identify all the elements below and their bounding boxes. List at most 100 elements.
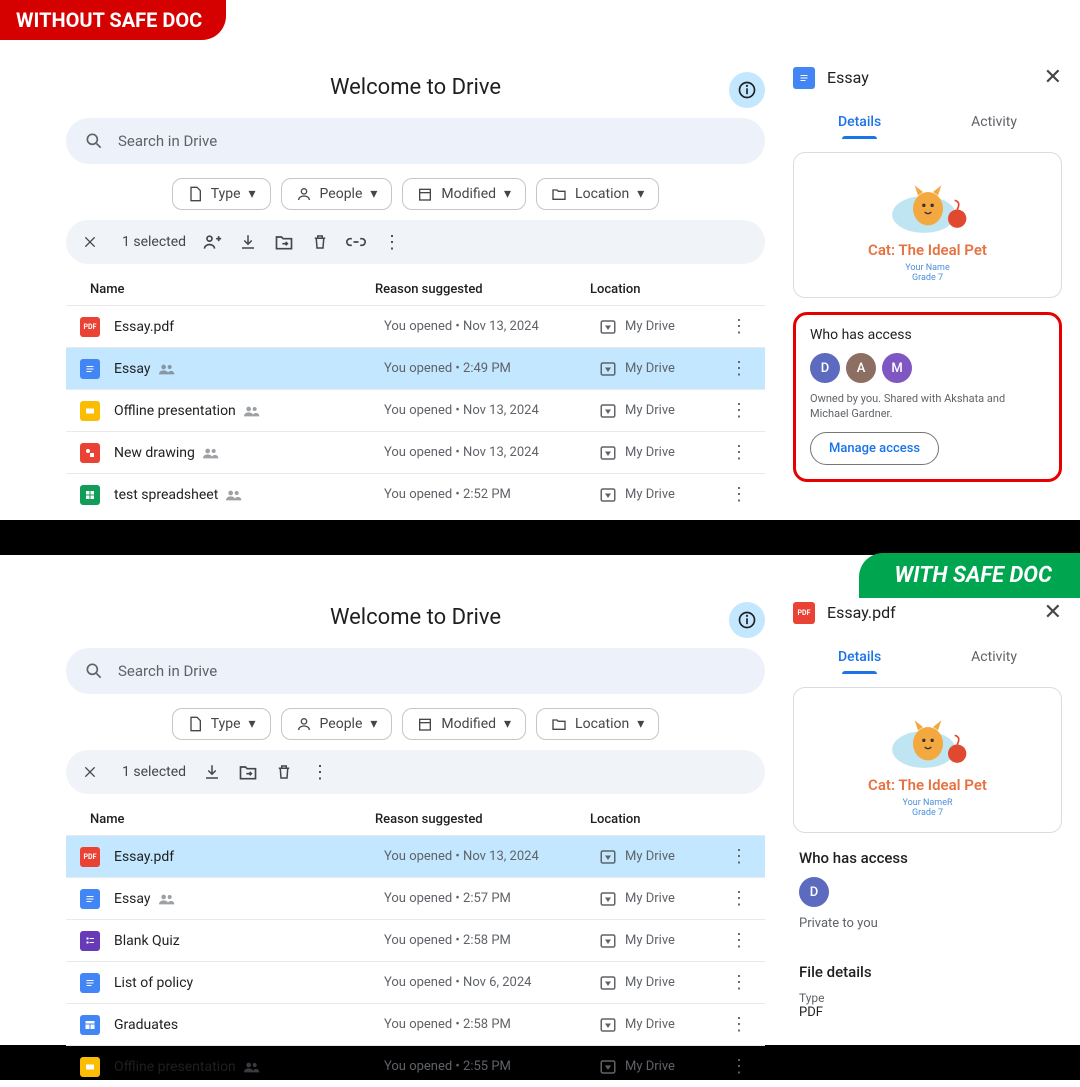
header-location: Location	[590, 282, 751, 297]
chip-people[interactable]: People▾	[281, 708, 393, 740]
tab-details[interactable]: Details	[838, 641, 881, 673]
selection-count: 1 selected	[122, 764, 186, 780]
file-location[interactable]: My Drive	[599, 402, 727, 420]
folder-icon	[551, 186, 567, 202]
file-location[interactable]: My Drive	[599, 444, 727, 462]
file-type-icon	[80, 359, 100, 379]
close-selection-button[interactable]	[80, 762, 100, 782]
file-location[interactable]: My Drive	[599, 318, 727, 336]
file-row[interactable]: GraduatesYou opened • 2:58 PMMy Drive⋮	[66, 1003, 765, 1045]
download-button[interactable]	[202, 762, 222, 782]
file-location[interactable]: My Drive	[599, 932, 727, 950]
drive-icon	[599, 974, 617, 992]
file-row[interactable]: EssayYou opened • 2:49 PMMy Drive⋮	[66, 347, 765, 389]
info-button[interactable]	[729, 72, 765, 108]
file-location[interactable]: My Drive	[599, 890, 727, 908]
row-more-button[interactable]: ⋮	[727, 484, 751, 505]
file-reason: You opened • 2:49 PM	[384, 361, 599, 376]
move-button[interactable]	[274, 232, 294, 252]
file-name: Graduates	[114, 1017, 384, 1033]
file-row[interactable]: PDFEssay.pdfYou opened • Nov 13, 2024My …	[66, 835, 765, 877]
header-name[interactable]: Name	[80, 282, 375, 297]
more-button[interactable]: ⋮	[310, 762, 330, 782]
file-type-icon	[80, 889, 100, 909]
close-sidebar-button[interactable]: ✕	[1044, 65, 1062, 90]
close-selection-button[interactable]	[80, 232, 100, 252]
access-title: Who has access	[810, 327, 1045, 343]
shared-icon	[203, 447, 219, 459]
file-row[interactable]: EssayYou opened • 2:57 PMMy Drive⋮	[66, 877, 765, 919]
avatar[interactable]: D	[810, 353, 840, 383]
chevron-down-icon: ▾	[249, 716, 256, 732]
file-preview[interactable]: Cat: The Ideal Pet Your NameR Grade 7	[793, 687, 1062, 833]
search-input[interactable]: Search in Drive	[66, 118, 765, 164]
file-row[interactable]: Offline presentationYou opened • 2:55 PM…	[66, 1045, 765, 1087]
file-location[interactable]: My Drive	[599, 1016, 727, 1034]
row-more-button[interactable]: ⋮	[727, 442, 751, 463]
file-reason: You opened • Nov 13, 2024	[384, 403, 599, 418]
tab-activity[interactable]: Activity	[971, 106, 1017, 138]
header-location: Location	[590, 812, 751, 827]
row-more-button[interactable]: ⋮	[727, 888, 751, 909]
chip-location[interactable]: Location▾	[536, 178, 659, 210]
row-more-button[interactable]: ⋮	[727, 400, 751, 421]
sidebar-filename: Essay.pdf	[827, 603, 896, 622]
avatar[interactable]: M	[882, 353, 912, 383]
delete-button[interactable]	[310, 232, 330, 252]
avatar[interactable]: A	[846, 353, 876, 383]
preview-title: Cat: The Ideal Pet	[804, 776, 1051, 794]
row-more-button[interactable]: ⋮	[727, 930, 751, 951]
chip-type[interactable]: Type▾	[172, 178, 271, 210]
chip-people[interactable]: People▾	[281, 178, 393, 210]
file-reason: You opened • 2:57 PM	[384, 891, 599, 906]
row-more-button[interactable]: ⋮	[727, 316, 751, 337]
file-location[interactable]: My Drive	[599, 848, 727, 866]
share-button[interactable]	[202, 232, 222, 252]
row-more-button[interactable]: ⋮	[727, 1014, 751, 1035]
file-row[interactable]: PDFEssay.pdfYou opened • Nov 13, 2024My …	[66, 305, 765, 347]
tab-details[interactable]: Details	[838, 106, 881, 138]
shared-icon	[159, 363, 175, 375]
info-button[interactable]	[729, 602, 765, 638]
chip-modified[interactable]: Modified▾	[402, 178, 526, 210]
file-row[interactable]: List of policyYou opened • Nov 6, 2024My…	[66, 961, 765, 1003]
file-row[interactable]: test spreadsheetYou opened • 2:52 PMMy D…	[66, 473, 765, 515]
row-more-button[interactable]: ⋮	[727, 846, 751, 867]
link-button[interactable]	[346, 232, 366, 252]
chip-location[interactable]: Location▾	[536, 708, 659, 740]
close-sidebar-button[interactable]: ✕	[1044, 600, 1062, 625]
tab-activity[interactable]: Activity	[971, 641, 1017, 673]
move-button[interactable]	[238, 762, 258, 782]
chevron-down-icon: ▾	[637, 716, 644, 732]
file-location[interactable]: My Drive	[599, 360, 727, 378]
chip-type[interactable]: Type▾	[172, 708, 271, 740]
row-more-button[interactable]: ⋮	[727, 1056, 751, 1077]
badge-with-safedoc: WITH SAFE DOC	[859, 553, 1080, 598]
row-more-button[interactable]: ⋮	[727, 358, 751, 379]
file-row[interactable]: New drawingYou opened • Nov 13, 2024My D…	[66, 431, 765, 473]
filter-chips: Type▾ People▾ Modified▾ Location▾	[66, 178, 765, 210]
file-type-icon	[80, 1057, 100, 1077]
file-location[interactable]: My Drive	[599, 974, 727, 992]
sidebar-tabs: Details Activity	[793, 641, 1062, 673]
more-button[interactable]: ⋮	[382, 232, 402, 252]
file-row[interactable]: Blank QuizYou opened • 2:58 PMMy Drive⋮	[66, 919, 765, 961]
avatar[interactable]: D	[799, 877, 829, 907]
file-list: PDFEssay.pdfYou opened • Nov 13, 2024My …	[66, 835, 765, 1087]
file-type-icon: PDF	[80, 317, 100, 337]
file-preview[interactable]: Cat: The Ideal Pet Your Name Grade 7	[793, 152, 1062, 298]
sidebar-tabs: Details Activity	[793, 106, 1062, 138]
file-location[interactable]: My Drive	[599, 486, 727, 504]
drive-icon	[599, 486, 617, 504]
manage-access-button[interactable]: Manage access	[810, 432, 939, 465]
panel-without-safedoc: Welcome to Drive Search in Drive Type▾ P…	[0, 55, 1080, 520]
file-row[interactable]: Offline presentationYou opened • Nov 13,…	[66, 389, 765, 431]
divider-black	[0, 520, 1080, 555]
download-button[interactable]	[238, 232, 258, 252]
file-location[interactable]: My Drive	[599, 1058, 727, 1076]
delete-button[interactable]	[274, 762, 294, 782]
chip-modified[interactable]: Modified▾	[402, 708, 526, 740]
header-name[interactable]: Name	[80, 812, 375, 827]
row-more-button[interactable]: ⋮	[727, 972, 751, 993]
search-input[interactable]: Search in Drive	[66, 648, 765, 694]
